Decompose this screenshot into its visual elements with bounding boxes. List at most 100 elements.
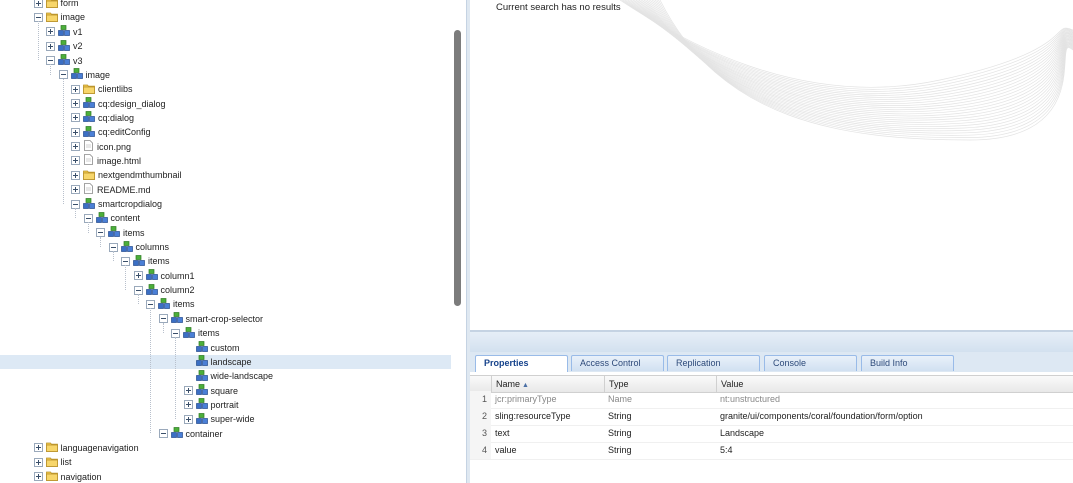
background-wave-graphic bbox=[619, 0, 1073, 141]
property-name-cell[interactable]: value bbox=[491, 442, 604, 459]
expand-icon[interactable] bbox=[183, 386, 193, 396]
tree-node[interactable]: super-wide bbox=[0, 412, 451, 426]
expand-icon[interactable] bbox=[71, 170, 80, 180]
expand-icon[interactable] bbox=[183, 414, 193, 424]
property-type-cell[interactable]: String bbox=[604, 442, 716, 459]
tree-guide-line bbox=[87, 222, 89, 233]
collapse-icon[interactable] bbox=[158, 429, 168, 439]
tree-guide-line bbox=[37, 21, 39, 61]
property-type-cell[interactable]: String bbox=[604, 425, 716, 442]
folder-icon bbox=[45, 441, 58, 454]
tree-node[interactable]: items bbox=[0, 326, 451, 340]
tree-node[interactable]: landscape bbox=[0, 354, 451, 370]
tree-node-label: smartcropdialog bbox=[98, 199, 163, 210]
expand-icon[interactable] bbox=[71, 113, 80, 123]
expand-icon[interactable] bbox=[46, 41, 55, 51]
expand-icon[interactable] bbox=[33, 0, 43, 8]
tree-node[interactable]: items bbox=[0, 226, 451, 240]
table-row[interactable]: 4 value String 5:4 bbox=[470, 442, 1073, 460]
column-header-value[interactable]: Value bbox=[716, 376, 1073, 392]
expand-icon[interactable] bbox=[71, 185, 80, 195]
tab-replication[interactable]: Replication bbox=[667, 355, 760, 371]
tree-node[interactable]: items bbox=[0, 254, 451, 268]
tree-node[interactable]: navigation bbox=[0, 470, 451, 483]
table-row[interactable]: 3 text String Landscape bbox=[470, 425, 1073, 443]
property-name-cell[interactable]: sling:resourceType bbox=[491, 408, 604, 425]
expand-icon[interactable] bbox=[133, 271, 143, 281]
property-name-cell[interactable]: text bbox=[491, 425, 604, 442]
tree-node-label: form bbox=[60, 0, 79, 9]
tab-console[interactable]: Console bbox=[764, 355, 857, 371]
panel-divider-bar[interactable] bbox=[470, 331, 1073, 353]
component-icon bbox=[58, 54, 70, 67]
tree-node[interactable]: wide-landscape bbox=[0, 369, 451, 383]
tree-node[interactable]: README.md bbox=[0, 183, 451, 197]
tree-node[interactable]: portrait bbox=[0, 398, 451, 412]
expand-icon[interactable] bbox=[71, 156, 80, 166]
tree-node[interactable]: items bbox=[0, 297, 451, 311]
expand-icon[interactable] bbox=[33, 457, 43, 467]
tree-node[interactable]: image.html bbox=[0, 154, 451, 168]
tree-node-label: navigation bbox=[60, 471, 102, 482]
column-header-name[interactable]: Name ▲ bbox=[491, 376, 604, 392]
tree-node[interactable]: column1 bbox=[0, 269, 451, 283]
expand-icon[interactable] bbox=[183, 400, 193, 410]
column-header-type[interactable]: Type bbox=[604, 376, 716, 392]
tree-node[interactable]: v3 bbox=[0, 53, 451, 67]
tree-node[interactable]: image bbox=[0, 68, 451, 82]
component-icon bbox=[145, 269, 158, 282]
tree-node[interactable]: content bbox=[0, 211, 451, 225]
tree-node[interactable]: v1 bbox=[0, 25, 451, 39]
property-value-cell[interactable]: 5:4 bbox=[716, 442, 1073, 459]
tree-node[interactable]: form bbox=[0, 0, 451, 10]
tree-node-label: square bbox=[210, 385, 239, 396]
tree-scrollbar-thumb[interactable] bbox=[454, 30, 461, 306]
tree-node[interactable]: clientlibs bbox=[0, 82, 451, 96]
tree-node[interactable]: container bbox=[0, 427, 451, 441]
expand-icon[interactable] bbox=[71, 127, 80, 137]
tree-node[interactable]: column2 bbox=[0, 283, 451, 297]
expand-icon[interactable] bbox=[33, 472, 43, 482]
tree-node[interactable]: smartcropdialog bbox=[0, 197, 451, 211]
tree-node[interactable]: smart-crop-selector bbox=[0, 312, 451, 326]
properties-grid: Name ▲ Type Value 1 jcr:primaryType Name nt:… bbox=[470, 372, 1073, 483]
row-number: 4 bbox=[470, 442, 491, 459]
tree-node[interactable]: languagenavigation bbox=[0, 441, 451, 455]
tree-node[interactable]: nextgendmthumbnail bbox=[0, 168, 451, 182]
tree-node-label: image bbox=[85, 69, 111, 80]
property-value-cell[interactable]: granite/ui/components/coral/foundation/f… bbox=[716, 408, 1073, 425]
component-icon bbox=[195, 398, 208, 411]
expand-icon[interactable] bbox=[71, 99, 80, 109]
tree-scrollbar[interactable] bbox=[451, 0, 466, 483]
property-value-cell[interactable]: Landscape bbox=[716, 425, 1073, 442]
property-type-cell[interactable]: Name bbox=[604, 391, 716, 408]
tree-node-label: README.md bbox=[97, 184, 151, 195]
tree-node[interactable]: custom bbox=[0, 340, 451, 354]
expand-icon[interactable] bbox=[71, 84, 80, 94]
tab-properties[interactable]: Properties bbox=[475, 355, 568, 372]
table-row[interactable]: 1 jcr:primaryType Name nt:unstructured bbox=[470, 391, 1073, 409]
tree-node-label: wide-landscape bbox=[210, 371, 274, 382]
tree-node[interactable]: v2 bbox=[0, 39, 451, 53]
tree-guide-line bbox=[150, 308, 151, 434]
tree-node[interactable]: image bbox=[0, 10, 451, 24]
property-type-cell[interactable]: String bbox=[604, 408, 716, 425]
expand-icon[interactable] bbox=[33, 443, 43, 453]
tree-node[interactable]: cq:design_dialog bbox=[0, 96, 451, 110]
tree-node[interactable]: columns bbox=[0, 240, 451, 254]
property-value-cell[interactable]: nt:unstructured bbox=[716, 391, 1073, 408]
tab-build-info[interactable]: Build Info bbox=[861, 355, 954, 371]
tree-node[interactable]: icon.png bbox=[0, 140, 451, 154]
tree-node[interactable]: cq:editConfig bbox=[0, 125, 451, 139]
tree-node-label: languagenavigation bbox=[60, 442, 139, 453]
tree-node[interactable]: list bbox=[0, 455, 451, 469]
tree-node-label: list bbox=[60, 457, 72, 468]
tree-node-label: portrait bbox=[210, 399, 239, 410]
tree-node[interactable]: square bbox=[0, 383, 451, 397]
property-name-cell[interactable]: jcr:primaryType bbox=[491, 391, 604, 408]
table-row[interactable]: 2 sling:resourceType String granite/ui/comp… bbox=[470, 408, 1073, 426]
expand-icon[interactable] bbox=[71, 142, 80, 152]
expand-icon[interactable] bbox=[46, 27, 55, 37]
tree-node[interactable]: cq:dialog bbox=[0, 111, 451, 125]
tab-access-control[interactable]: Access Control bbox=[571, 355, 664, 371]
